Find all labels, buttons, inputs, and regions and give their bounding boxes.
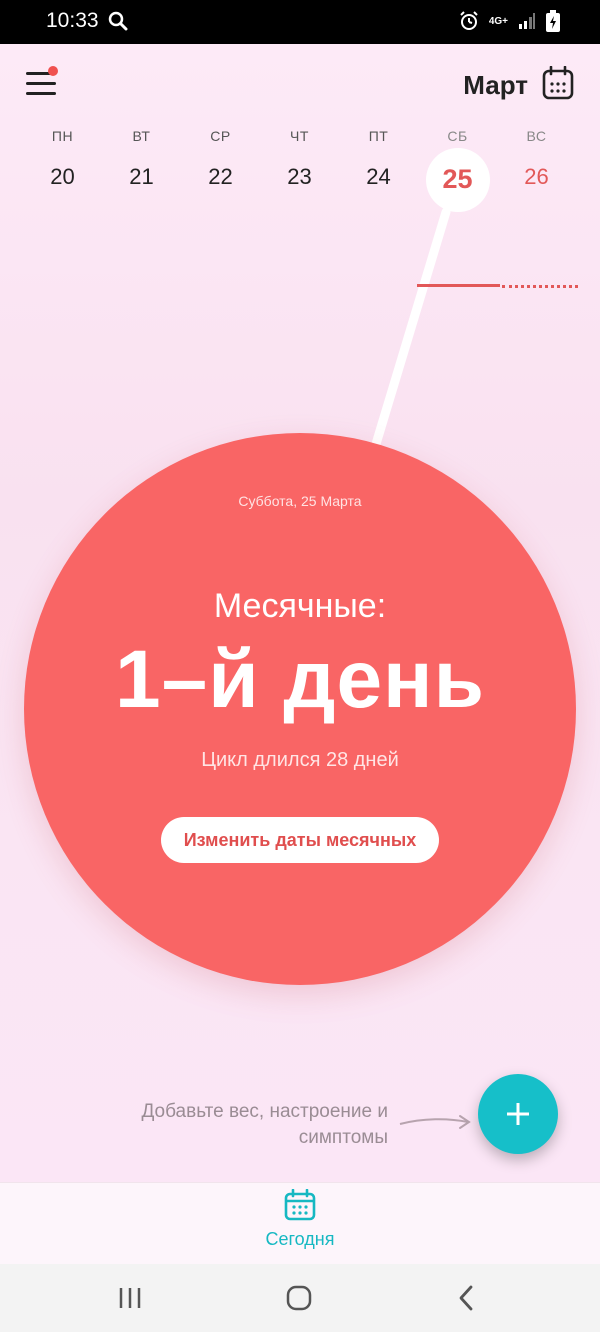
add-button[interactable] (478, 1074, 558, 1154)
recent-apps-icon[interactable] (110, 1282, 150, 1314)
edit-period-dates-button[interactable]: Изменить даты месячных (161, 817, 439, 863)
day-wed[interactable]: СР 22 (181, 124, 260, 214)
period-underline (417, 284, 500, 287)
back-icon[interactable] (446, 1282, 486, 1314)
day-name: ЧТ (290, 128, 309, 144)
day-number: 21 (129, 164, 154, 189)
menu-button[interactable] (24, 66, 58, 98)
period-status-circle: Суббота, 25 Марта Месячные: 1–й день Цик… (24, 433, 576, 985)
day-number: 26 (524, 164, 549, 189)
day-sat-today[interactable]: СБ 25 (418, 124, 497, 214)
predicted-period-underline (502, 285, 578, 288)
day-sun[interactable]: ВС 26 (497, 124, 576, 214)
day-number: 22 (208, 164, 233, 189)
notification-dot (48, 66, 58, 76)
add-symptoms-hint: Добавьте вес, настроение и симптомы (141, 1101, 388, 1148)
day-number: 23 (287, 164, 312, 189)
alarm-icon (460, 11, 478, 30)
day-name: ВС (526, 128, 547, 144)
day-tue[interactable]: ВТ 21 (102, 124, 181, 214)
calendar-icon[interactable] (542, 66, 574, 100)
plus-icon (507, 1103, 529, 1125)
day-fri[interactable]: ПТ 24 (339, 124, 418, 214)
day-name: ПН (51, 128, 74, 144)
period-day: 1–й день (115, 634, 485, 725)
signal-icon (519, 13, 535, 29)
current-date: Суббота, 25 Марта (238, 493, 362, 509)
day-name: СБ (447, 128, 468, 144)
system-navigation-bar (0, 1264, 600, 1332)
today-pointer-line (371, 207, 451, 449)
battery-icon (546, 10, 560, 32)
bottom-tab-bar: Сегодня (0, 1182, 600, 1264)
calendar-today-icon (284, 1189, 316, 1221)
day-mon[interactable]: ПН 20 (23, 124, 102, 214)
day-name: СР (210, 128, 231, 144)
day-number: 25 (442, 164, 473, 194)
day-name: ПТ (368, 128, 389, 144)
day-thu[interactable]: ЧТ 23 (260, 124, 339, 214)
tab-today[interactable]: Сегодня (250, 1189, 350, 1259)
day-number: 24 (366, 164, 391, 189)
app-screen: Март ПН 20 ВТ 21 СР 22 ЧТ 23 ПТ 24 СБ 25… (0, 44, 600, 1182)
cycle-length-text: Цикл длился 28 дней (201, 749, 399, 771)
arrow-icon (399, 1115, 471, 1129)
period-label: Месячные: (213, 587, 387, 625)
network-label: 4G+ (488, 15, 508, 27)
home-icon[interactable] (279, 1282, 319, 1314)
day-name: ВТ (132, 128, 151, 144)
tab-today-label: Сегодня (265, 1229, 335, 1249)
status-time: 10:33 (46, 9, 99, 32)
status-bar: 10:33 4G+ (0, 0, 600, 44)
search-icon (108, 11, 128, 31)
month-label[interactable]: Март (463, 70, 528, 101)
week-strip: ПН 20 ВТ 21 СР 22 ЧТ 23 ПТ 24 СБ 25 ВС 2… (23, 124, 578, 288)
day-number: 20 (50, 164, 75, 189)
